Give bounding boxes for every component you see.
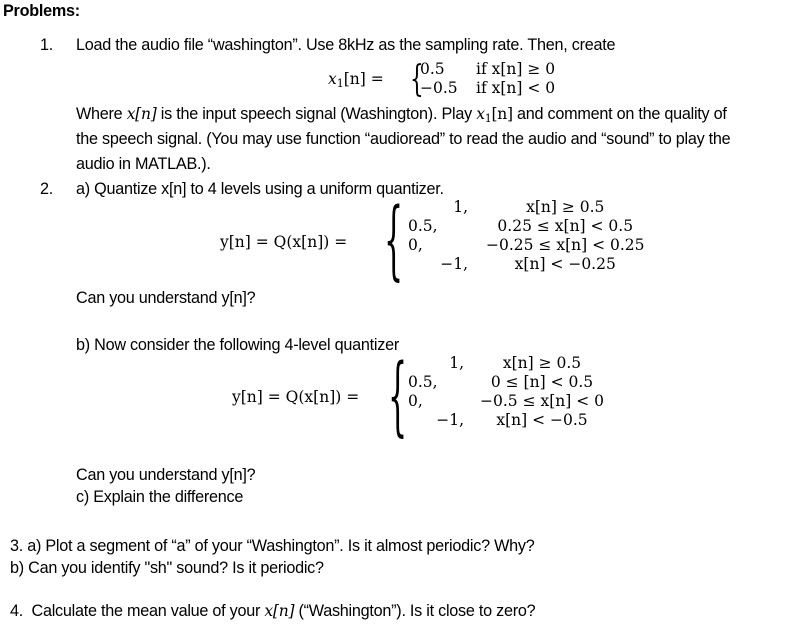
eq-a-cases: 1, x[n] ≥ 0.5 0.5, 0.25 ≤ x[n] < 0.5 0, −0.…: [408, 198, 645, 274]
eq-a-lhs: y[n] = Q(x[n]) =: [220, 233, 348, 251]
case-value: 0.5: [420, 60, 445, 78]
eq-b-case: 0.5, 0 ≤ [n] < 0.5: [408, 373, 594, 391]
eq-x1-var: x: [328, 70, 337, 88]
eq-a-case: 1, x[n] ≥ 0.5: [453, 198, 605, 216]
left-brace-icon: {: [388, 346, 408, 446]
problem-1-line-4: audio in MATLAB.).: [76, 155, 211, 173]
eq-a-case: 0, −0.25 ≤ x[n] < 0.25: [408, 236, 645, 254]
problem-3-part-b: b) Can you identify "sh" sound? Is it pe…: [10, 559, 324, 577]
eq-x1-case: −0.5 if x[n] < 0: [420, 79, 555, 98]
problem-1-line-2: Where x[n] is the input speech signal (W…: [76, 105, 727, 125]
eq-b-case: 1, x[n] ≥ 0.5: [449, 354, 582, 372]
case-condition: if x[n] ≥ 0: [476, 60, 556, 78]
eq-b-cases: 1, x[n] ≥ 0.5 0.5, 0 ≤ [n] < 0.5 0, −0.5 ≤ …: [408, 354, 604, 430]
case-value: −0.5: [420, 79, 458, 97]
problem-2-part-c: c) Explain the difference: [76, 488, 244, 506]
problems-heading: Problems:: [3, 2, 80, 20]
eq-b-case: 0, −0.5 ≤ x[n] < 0: [408, 392, 604, 410]
problem-1-line-3: the speech signal. (You may use function…: [76, 130, 731, 148]
left-brace-icon: {: [384, 190, 404, 290]
problem-4: 4. Calculate the mean value of your x[n]…: [10, 602, 536, 620]
question-2b: Can you understand y[n]?: [76, 466, 256, 484]
problem-1-number: 1.: [40, 36, 54, 54]
eq-x1-case: 0.5 if x[n] ≥ 0: [420, 60, 555, 79]
case-condition: if x[n] < 0: [476, 79, 556, 97]
eq-x1-sub: 1: [336, 77, 344, 90]
problem-1-line-1: Load the audio file “washington”. Use 8k…: [76, 36, 616, 54]
question-2a: Can you understand y[n]?: [76, 289, 256, 307]
eq-x1-cases: 0.5 if x[n] ≥ 0 −0.5 if x[n] < 0: [420, 60, 555, 98]
problem-2-number: 2.: [40, 180, 54, 198]
eq-a-case: −1, x[n] < −0.25: [440, 255, 616, 273]
eq-b-case: −1, x[n] < −0.5: [436, 411, 588, 429]
problem-4-number: 4.: [10, 602, 24, 620]
problem-2-part-b: b) Now consider the following 4-level qu…: [76, 336, 399, 354]
eq-b-lhs: y[n] = Q(x[n]) =: [232, 388, 360, 406]
eq-a-case: 0.5, 0.25 ≤ x[n] < 0.5: [408, 217, 634, 235]
problem-3-part-a: 3. a) Plot a segment of “a” of your “Was…: [10, 537, 535, 555]
eq-x1-arg: [n] =: [343, 70, 384, 88]
